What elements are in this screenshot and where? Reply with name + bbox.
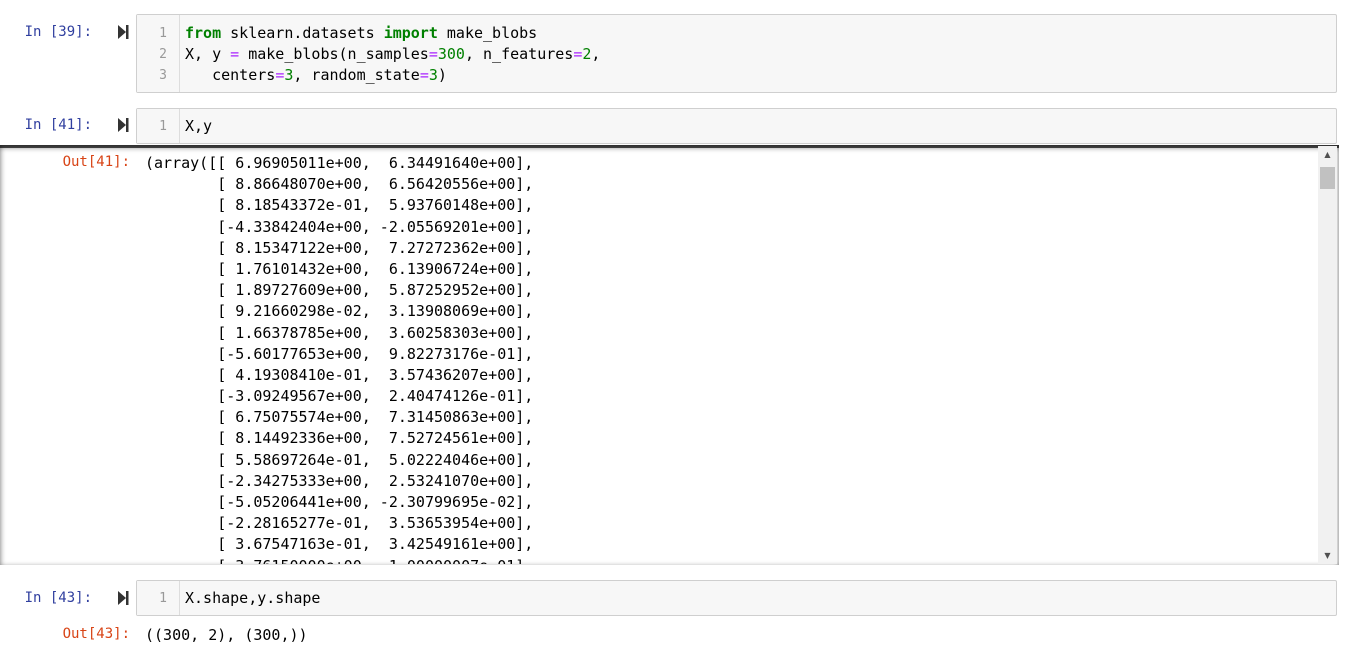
in-prompt-43: In [43]: [24, 590, 92, 606]
out-prompt-43: Out[43]: [62, 626, 130, 642]
code-token: , n_features [464, 45, 574, 63]
output-line: [ 4.19308410e-01, 3.57436207e+00], [145, 365, 534, 384]
code-line[interactable]: X.shape,y.shape [185, 588, 1328, 609]
code-operator: = [428, 45, 438, 63]
code-cell-input-41[interactable]: 1 X,y [136, 108, 1337, 144]
code-token: centers [185, 66, 276, 84]
code-token: make_blobs [437, 24, 538, 42]
output-text: ((300, 2), (300,)) [145, 626, 308, 644]
output-line: [ 9.21660298e-02, 3.13908069e+00], [145, 302, 534, 321]
line-number: 1 [159, 591, 167, 606]
output-line: [-4.33842404e+00, -2.05569201e+00], [145, 217, 534, 236]
output-line: [-2.28165277e-01, 3.53653954e+00], [145, 514, 534, 533]
output-line: [-2.34275333e+00, 2.53241070e+00], [145, 471, 534, 490]
line-number: 3 [159, 68, 167, 83]
code-cell-input-43[interactable]: 1 X.shape,y.shape [136, 580, 1337, 616]
output-line: [ 3.67547163e-01, 3.42549161e+00], [145, 535, 534, 554]
code-number: 3 [428, 66, 438, 84]
code-operator: = [230, 45, 240, 63]
output-line: [ 1.66378785e+00, 3.60258303e+00], [145, 323, 534, 342]
code-line[interactable]: from sklearn.datasets import make_blobs [185, 23, 1328, 44]
output-viewport: (array([[ 6.96905011e+00, 6.34491640e+00… [0, 148, 1318, 564]
code-line[interactable]: centers=3, random_state=3) [185, 65, 1328, 86]
output-line: [ 3.76150000e+00, 1.00000007e-01], [145, 556, 533, 564]
code-keyword: import [383, 24, 438, 42]
line-number: 1 [159, 26, 167, 41]
output-text: (array([[ 6.96905011e+00, 6.34491640e+00… [145, 153, 533, 564]
in-prompt-39: In [39]: [24, 24, 92, 40]
run-cell-icon[interactable] [116, 590, 130, 606]
code-token: , random_state [293, 66, 420, 84]
line-number-gutter: 1 [137, 581, 180, 615]
line-number-gutter: 1 [137, 109, 180, 143]
output-line: [-5.05206441e+00, -2.30799695e-02], [145, 493, 534, 511]
output-line: [ 8.86648070e+00, 6.56420556e+00], [145, 175, 534, 194]
code-token: ) [437, 66, 447, 84]
code-token: X,y [185, 117, 213, 135]
code-token: X, y [185, 45, 231, 63]
line-number: 2 [159, 47, 167, 62]
output-line: [ 1.76101432e+00, 6.13906724e+00], [145, 259, 534, 278]
output-scrollbar[interactable]: ▲ ▼ [1318, 146, 1337, 564]
output-line: [ 8.14492336e+00, 7.52724561e+00], [145, 429, 534, 448]
code-number: 300 [437, 45, 465, 63]
code-token: sklearn.datasets [221, 24, 384, 42]
code-keyword: from [185, 24, 222, 42]
code-editor[interactable]: X,y [185, 116, 1328, 137]
scroll-up-arrow-icon[interactable]: ▲ [1318, 146, 1337, 163]
code-token: X.shape,y.shape [185, 589, 321, 607]
code-editor[interactable]: X.shape,y.shape [185, 588, 1328, 609]
output-line: (array([[ 6.96905011e+00, 6.34491640e+00… [145, 154, 534, 172]
code-operator: = [275, 66, 285, 84]
run-cell-icon[interactable] [116, 117, 130, 133]
code-token: make_blobs(n_samples [239, 45, 429, 63]
output-line: [ 1.89727609e+00, 5.87252952e+00], [145, 281, 534, 300]
code-operator: = [419, 66, 429, 84]
output-line: [ 5.58697264e-01, 5.02224046e+00], [145, 450, 534, 469]
line-number-gutter: 1 2 3 [137, 15, 180, 92]
code-editor[interactable]: from sklearn.datasets import make_blobs X… [185, 23, 1328, 86]
code-line[interactable]: X,y [185, 116, 1328, 137]
run-cell-icon[interactable] [116, 24, 130, 40]
scrollbar-thumb[interactable] [1320, 167, 1335, 189]
output-line: [ 6.75075574e+00, 7.31450863e+00], [145, 408, 534, 427]
line-number: 1 [159, 119, 167, 134]
output-line: [-3.09249567e+00, 2.40474126e-01], [145, 387, 534, 406]
scroll-down-arrow-icon[interactable]: ▼ [1318, 547, 1337, 564]
code-cell-input-39[interactable]: 1 2 3 from sklearn.datasets import make_… [136, 14, 1337, 93]
in-prompt-41: In [41]: [24, 117, 92, 133]
code-token: , [591, 45, 601, 63]
output-line: [-5.60177653e+00, 9.82273176e-01], [145, 344, 534, 363]
output-line: [ 8.18543372e-01, 5.93760148e+00], [145, 196, 534, 215]
code-line[interactable]: X, y = make_blobs(n_samples=300, n_featu… [185, 44, 1328, 65]
output-line: [ 8.15347122e+00, 7.27272362e+00], [145, 238, 534, 257]
